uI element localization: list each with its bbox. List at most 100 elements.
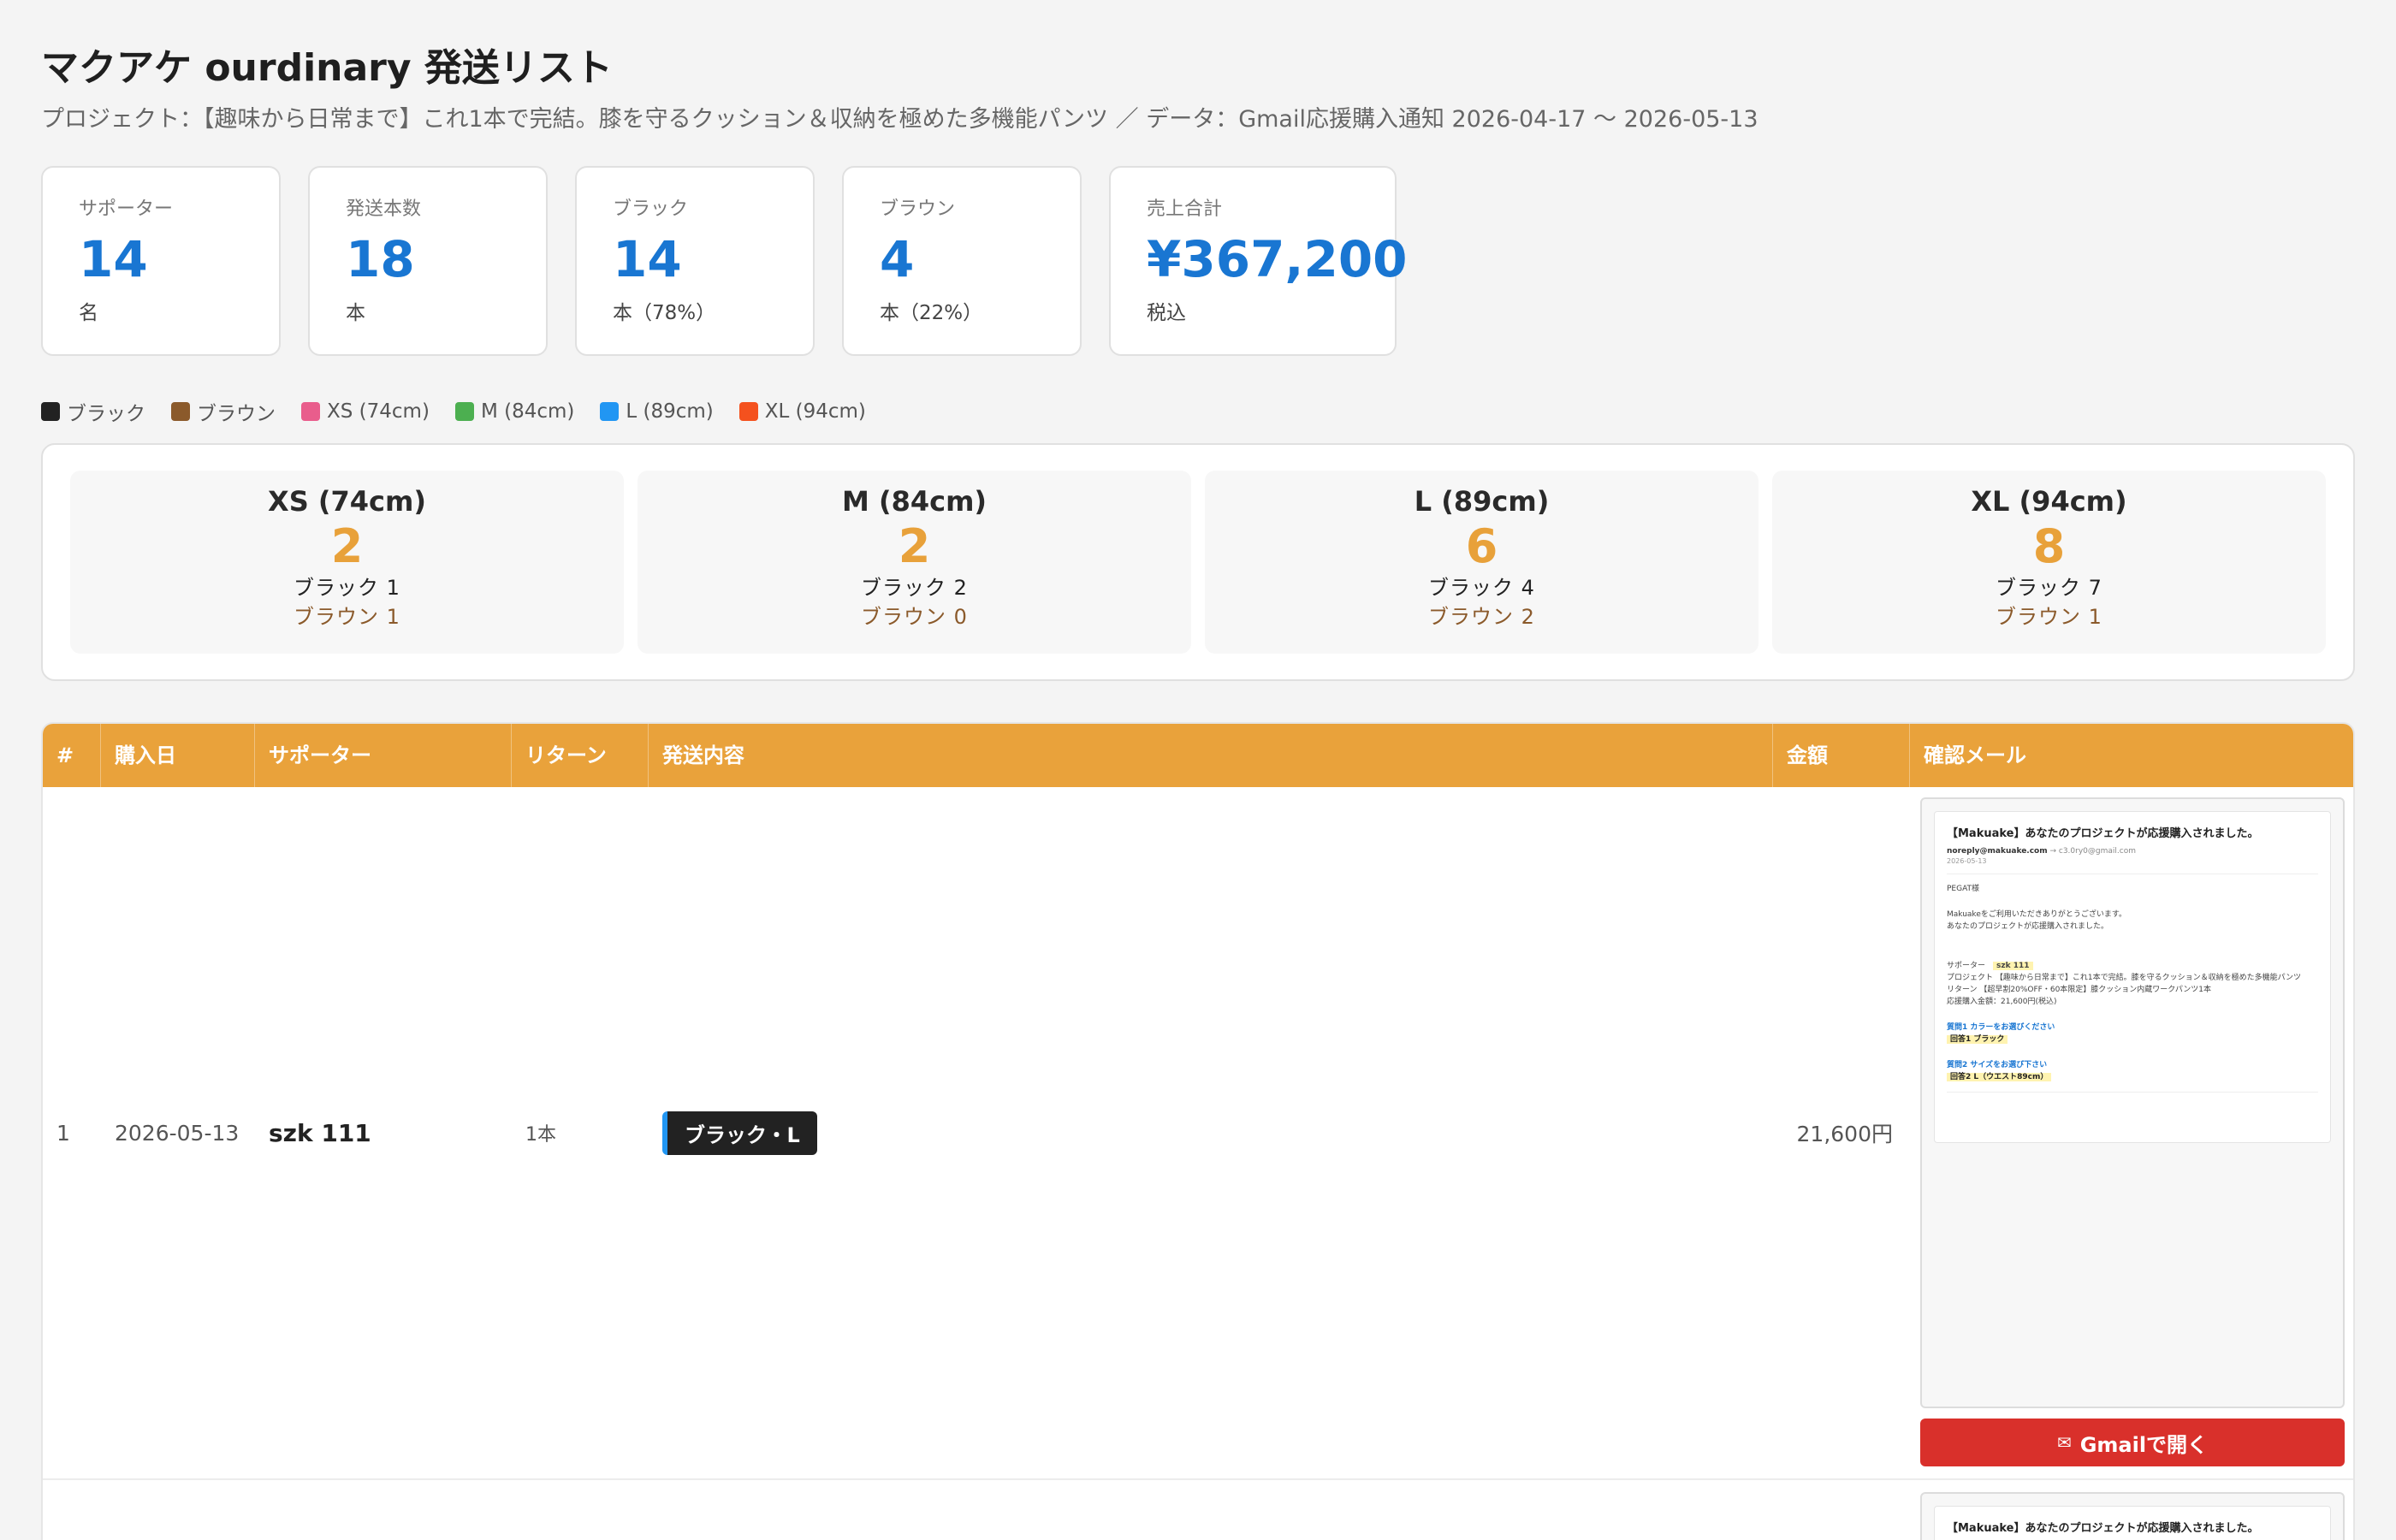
legend-label: ブラウン (197, 403, 276, 425)
stat-label: 発送本数 (346, 198, 422, 220)
row-supporter: szk 111 (269, 1118, 371, 1147)
stat-value: 14 (613, 230, 682, 288)
mail-amount-line: 応援購入金額：21,600円(税込) (1947, 998, 2057, 1006)
row-date: 2026-05-13 (115, 1120, 240, 1146)
size-count: 2 (330, 519, 364, 573)
mail-preview-cell: 【Makuake】あなたのプロジェクトが応援購入されました。 (1910, 1480, 2353, 1540)
size-name: M (84cm) (841, 485, 987, 518)
legend: ブラック ブラウン XS (74cm) M (84cm) L (89cm) XL… (41, 397, 2355, 426)
mail-to-address: → c3.0ry0@gmail.com (2049, 847, 2136, 856)
size-count: 8 (2032, 519, 2066, 573)
column-header-number[interactable]: # (43, 724, 101, 787)
legend-swatch (600, 402, 620, 421)
column-header-content[interactable]: 発送内容 (649, 724, 1773, 787)
envelope-icon: ✉ (2056, 1432, 2072, 1454)
size-brown-count: ブラウン 0 (861, 605, 968, 629)
stat-value: ¥367,200 (1147, 230, 1408, 288)
stat-unit: 税込 (1147, 302, 1186, 324)
mail-supporter-label: サポーター (1947, 962, 1986, 970)
column-header-amount[interactable]: 金額 (1773, 724, 1910, 787)
size-box-m: M (84cm) 2 ブラック 2 ブラウン 0 (638, 471, 1191, 654)
legend-item-brown: ブラウン (171, 397, 276, 426)
mail-body-line: Makuakeをご利用いただきありがとうございます。 (1947, 910, 2126, 919)
mail-from: noreply@makuake.com → c3.0ry0@gmail.com (1947, 847, 2318, 856)
mail-body-line: あなたのプロジェクトが応援購入されました。 (1947, 922, 2109, 931)
legend-label: M (84cm) (480, 400, 575, 423)
size-count: 6 (1465, 519, 1498, 573)
row-number: 1 (56, 1120, 70, 1146)
legend-item-black: ブラック (41, 397, 145, 426)
size-brown-count: ブラウン 1 (294, 605, 400, 629)
size-brown-count: ブラウン 1 (1996, 605, 2102, 629)
mail-divider (1947, 1092, 2318, 1093)
stat-card-brown: ブラウン 4 本（22%） (842, 166, 1082, 356)
stat-value: 18 (346, 230, 415, 288)
size-brown-count: ブラウン 2 (1428, 605, 1535, 629)
legend-swatch (171, 402, 190, 421)
row-amount: 21,600円 (1796, 1122, 1893, 1146)
mail-supporter-line: サポーター szk 111 (1947, 960, 2318, 972)
stat-card-sales: 売上合計 ¥367,200 税込 (1109, 166, 1408, 356)
size-black-count: ブラック 4 (1428, 576, 1535, 600)
mail-date: 2026-05-13 (1947, 857, 1987, 865)
mail-preview-frame[interactable]: 【Makuake】あなたのプロジェクトが応援購入されました。 (1920, 1492, 2345, 1540)
stat-card-shipped: 発送本数 18 本 (308, 166, 548, 356)
mail-question-size: 質問2 サイズをお選び下さい (1947, 1061, 2048, 1069)
mail-preview: 【Makuake】あなたのプロジェクトが応援購入されました。 (1934, 1506, 2331, 1540)
column-header-date[interactable]: 購入日 (101, 724, 255, 787)
mail-question-color: 質問1 カラーをお選びください (1947, 1023, 2055, 1032)
size-box-xs: XS (74cm) 2 ブラック 1 ブラウン 1 (70, 471, 624, 654)
stat-label: ブラウン (880, 198, 956, 220)
mail-answer-color: 回答1 ブラック (1947, 1034, 2318, 1045)
mail-from-address: noreply@makuake.com (1947, 847, 2048, 856)
mail-answer-size: 回答2 L（ウエスト89cm） (1947, 1071, 2318, 1083)
size-summary-panel: XS (74cm) 2 ブラック 1 ブラウン 1 M (84cm) 2 ブラッ… (41, 443, 2355, 681)
mail-preview: 【Makuake】あなたのプロジェクトが応援購入されました。 noreply@m… (1934, 811, 2331, 1143)
column-header-mail[interactable]: 確認メール (1910, 724, 2353, 787)
size-box-xl: XL (94cm) 8 ブラック 7 ブラウン 1 (1772, 471, 2326, 654)
mail-return-line: リターン 【超早割20%OFF・60本限定】膝クッション内蔵ワークパンツ1本 (1947, 986, 2212, 994)
stat-label: ブラック (613, 198, 689, 220)
stats-row: サポーター 14 名 発送本数 18 本 ブラック 14 本（78%） ブラウン… (41, 166, 2355, 356)
legend-label: XS (74cm) (327, 400, 430, 423)
stat-value: 14 (79, 230, 148, 288)
open-gmail-label: Gmailで開く (2079, 1432, 2209, 1457)
size-black-count: ブラック 2 (861, 576, 968, 600)
mail-subject: 【Makuake】あなたのプロジェクトが応援購入されました。 (1947, 827, 2259, 840)
stat-unit: 本（78%） (613, 302, 716, 324)
mail-supporter-value: szk 111 (1993, 962, 2033, 970)
size-black-count: ブラック 1 (294, 576, 400, 600)
stat-label: サポーター (79, 198, 174, 220)
page: マクアケ ourdinary 発送リスト プロジェクト：【趣味から日常まで】これ… (0, 0, 2396, 1540)
legend-item-xs: XS (74cm) (301, 400, 430, 423)
legend-swatch (738, 402, 758, 421)
legend-item-xl: XL (94cm) (738, 400, 866, 423)
column-header-supporter[interactable]: サポーター (255, 724, 512, 787)
row-content: ブラック・L (649, 787, 1773, 1478)
legend-label: L (89cm) (626, 400, 714, 423)
size-name: XL (94cm) (1971, 485, 2127, 518)
column-header-return[interactable]: リターン (512, 724, 649, 787)
size-name: L (89cm) (1414, 485, 1550, 518)
page-title: マクアケ ourdinary 発送リスト (41, 46, 613, 90)
mail-subject: 【Makuake】あなたのプロジェクトが応援購入されました。 (1947, 1522, 2259, 1535)
mail-project-line: プロジェクト 【趣味から日常まで】これ1本で完結。膝を守るクッション＆収納を極め… (1947, 974, 2302, 982)
page-subtitle: プロジェクト：【趣味から日常まで】これ1本で完結。膝を守るクッション＆収納を極め… (41, 106, 1758, 133)
table-row: 【Makuake】あなたのプロジェクトが応援購入されました。 (43, 1480, 2353, 1540)
table-header: # 購入日 サポーター リターン 発送内容 金額 確認メール (43, 724, 2353, 787)
open-gmail-button[interactable]: ✉ Gmailで開く (1920, 1419, 2345, 1466)
legend-swatch (41, 402, 60, 421)
size-black-count: ブラック 7 (1996, 576, 2102, 600)
mail-preview-frame[interactable]: 【Makuake】あなたのプロジェクトが応援購入されました。 noreply@m… (1920, 797, 2345, 1409)
stat-unit: 本（22%） (880, 302, 983, 324)
stat-unit: 本 (346, 302, 365, 324)
stat-card-supporters: サポーター 14 名 (41, 166, 281, 356)
size-box-l: L (89cm) 6 ブラック 4 ブラウン 2 (1205, 471, 1758, 654)
mail-greeting: PEGAT様 (1947, 885, 1980, 893)
shipping-table: # 購入日 サポーター リターン 発送内容 金額 確認メール 1 2026-05… (41, 722, 2355, 1540)
stat-value: 4 (880, 230, 915, 288)
stat-card-black: ブラック 14 本（78%） (575, 166, 815, 356)
legend-swatch (301, 402, 320, 421)
table-row: 1 2026-05-13 szk 111 1本 ブラック・L 21,600円 【… (43, 787, 2353, 1480)
row-return: 1本 (525, 1124, 556, 1146)
